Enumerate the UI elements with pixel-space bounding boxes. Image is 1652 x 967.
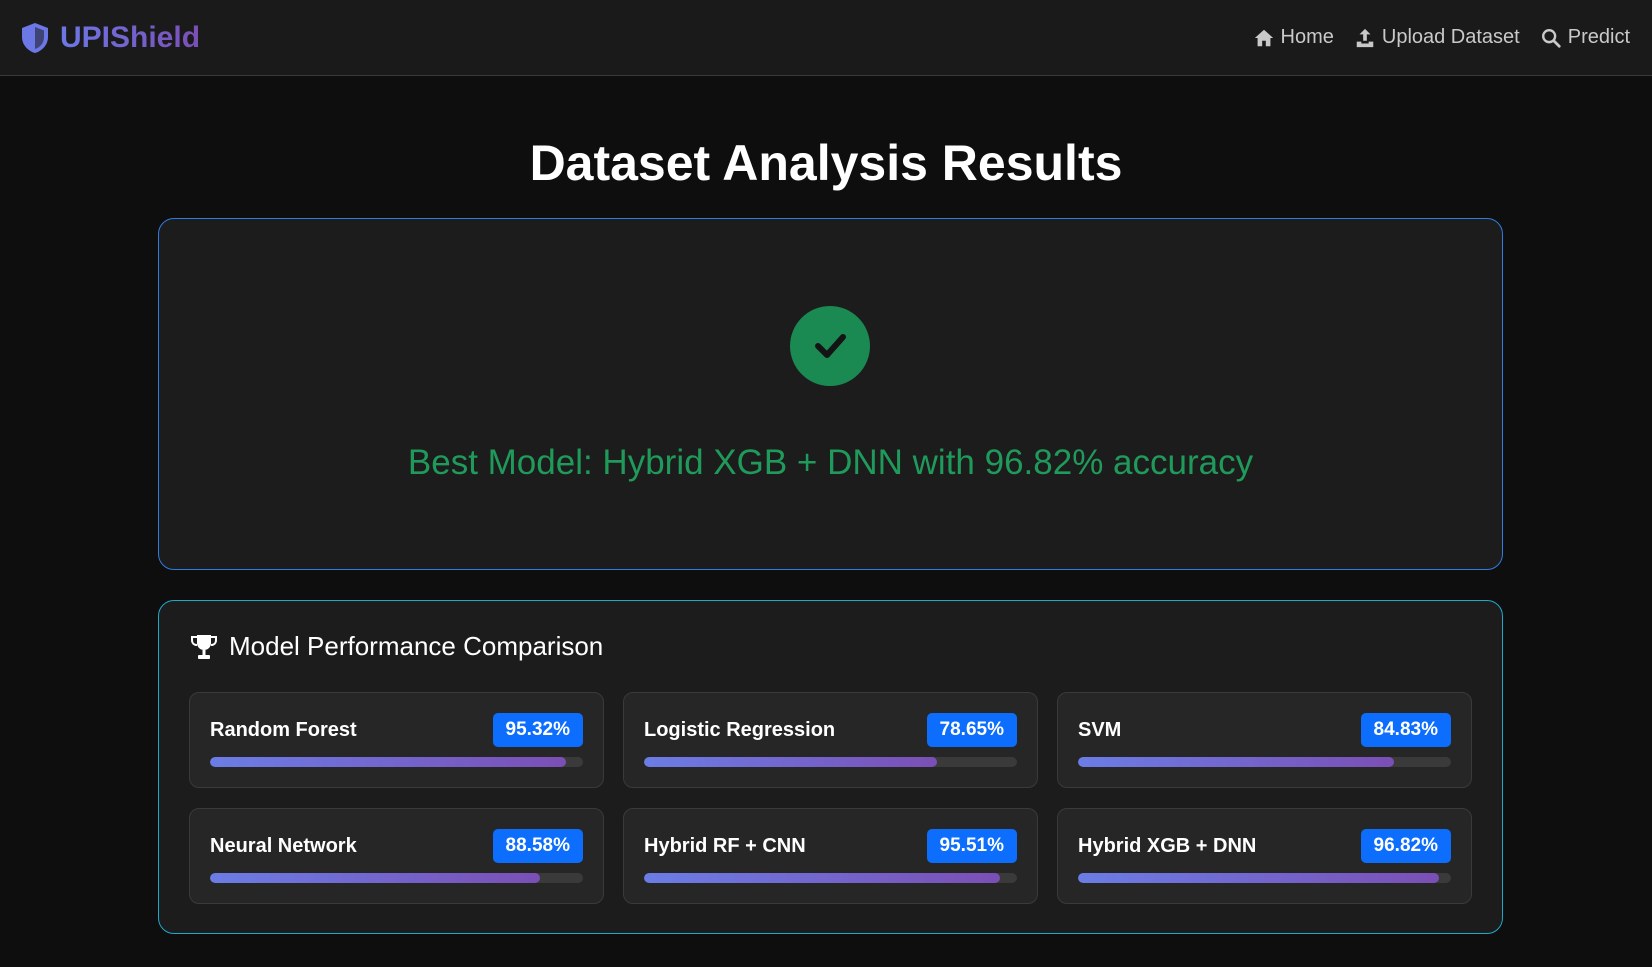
model-card: Logistic Regression 78.65%: [623, 692, 1038, 788]
model-name: Neural Network: [210, 834, 357, 857]
model-card: Neural Network 88.58%: [189, 808, 604, 904]
brand[interactable]: UPIShield: [20, 21, 200, 55]
accuracy-bar-fill: [210, 873, 541, 883]
model-card: Hybrid XGB + DNN 96.82%: [1057, 808, 1472, 904]
trophy-icon: [191, 634, 217, 659]
home-icon: [1254, 29, 1273, 46]
search-icon: [1541, 28, 1561, 48]
nav-predict-link[interactable]: Predict: [1540, 26, 1630, 49]
accuracy-bar-fill: [1078, 873, 1440, 883]
accuracy-bar: [644, 757, 1017, 767]
accuracy-bar: [1078, 757, 1451, 767]
model-name: Hybrid RF + CNN: [644, 834, 806, 857]
best-model-text: Best Model: Hybrid XGB + DNN with 96.82%…: [407, 443, 1254, 482]
brand-name: UPIShield: [60, 20, 201, 54]
accuracy-bar: [210, 873, 583, 883]
model-card: SVM 84.83%: [1057, 692, 1472, 788]
model-name: Random Forest: [210, 718, 357, 741]
performance-panel: Model Performance Comparison Random Fore…: [158, 600, 1503, 934]
accuracy-badge: 88.58%: [492, 829, 583, 863]
nav-upload-label: Upload Dataset: [1381, 26, 1520, 48]
shield-icon: [22, 22, 48, 53]
model-name: SVM: [1078, 718, 1122, 741]
accuracy-bar: [210, 757, 583, 767]
nav-predict-label: Predict: [1567, 26, 1630, 48]
accuracy-bar-fill: [644, 757, 938, 767]
performance-header: Model Performance Comparison: [189, 631, 603, 662]
accuracy-bar-fill: [1078, 757, 1395, 767]
page-title: Dataset Analysis Results: [529, 135, 1123, 191]
nav-links: Home Upload Dataset Predict: [1253, 26, 1630, 49]
model-grid: Random Forest 95.32% Logistic Regression…: [189, 692, 1472, 904]
check-circle-icon: [790, 306, 870, 386]
nav-home-link[interactable]: Home: [1253, 26, 1334, 49]
accuracy-bar: [1078, 873, 1451, 883]
accuracy-badge: 84.83%: [1360, 713, 1451, 747]
accuracy-badge: 95.51%: [926, 829, 1017, 863]
nav-home-label: Home: [1280, 26, 1334, 48]
accuracy-badge: 78.65%: [926, 713, 1017, 747]
accuracy-bar: [644, 873, 1017, 883]
accuracy-bar-fill: [644, 873, 1001, 883]
model-name: Logistic Regression: [644, 718, 836, 741]
accuracy-badge: 95.32%: [492, 713, 583, 747]
checkmark-icon: [815, 334, 846, 358]
model-card: Hybrid RF + CNN 95.51%: [623, 808, 1038, 904]
accuracy-bar-fill: [210, 757, 566, 767]
model-card: Random Forest 95.32%: [189, 692, 604, 788]
performance-title: Model Performance Comparison: [229, 631, 604, 661]
model-name: Hybrid XGB + DNN: [1078, 834, 1257, 857]
upload-icon: [1356, 28, 1374, 47]
nav-upload-link[interactable]: Upload Dataset: [1354, 26, 1520, 49]
accuracy-badge: 96.82%: [1360, 829, 1451, 863]
best-model-card: Best Model: Hybrid XGB + DNN with 96.82%…: [158, 218, 1503, 570]
navbar: UPIShield Home Upload Dataset Predict: [0, 0, 1652, 76]
